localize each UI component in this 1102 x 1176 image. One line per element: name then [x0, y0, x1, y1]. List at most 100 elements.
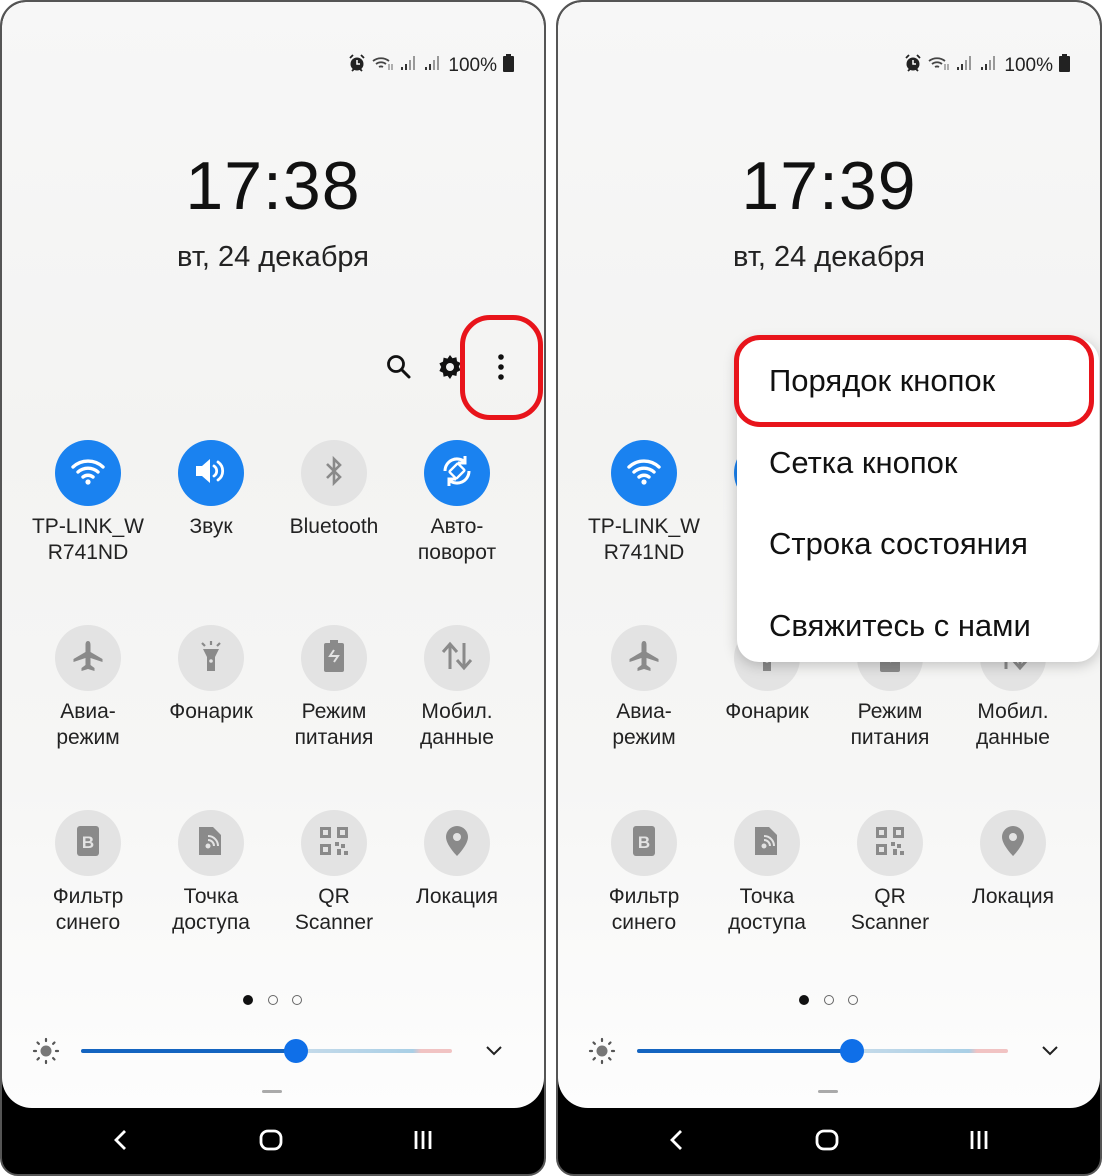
chevron-down-icon[interactable] — [1041, 1043, 1059, 1062]
quick-panel: 100% 17:39 вт, 24 декабря TP-LINK_W R741N… — [558, 2, 1100, 1108]
tile-toggle[interactable] — [424, 810, 490, 876]
home-button[interactable] — [815, 1129, 839, 1156]
signal-icon — [424, 55, 442, 77]
tile-hotspot[interactable]: Точка доступа — [151, 810, 271, 936]
tile-bluetooth[interactable]: Bluetooth — [274, 440, 394, 540]
brightness-track[interactable] — [296, 1049, 452, 1053]
tile-blue-filter[interactable]: B Фильтр синего — [584, 810, 704, 936]
svg-text:B: B — [82, 833, 94, 852]
clock-time: 17:39 — [741, 148, 917, 224]
tile-toggle[interactable] — [178, 810, 244, 876]
tile-flashlight[interactable]: Фонарик — [151, 625, 271, 725]
back-button[interactable] — [668, 1128, 686, 1157]
tile-blue-filter[interactable]: B Фильтр синего — [28, 810, 148, 936]
airplane-icon — [627, 639, 661, 678]
tile-label: Звук — [189, 515, 233, 538]
tile-location[interactable]: Локация — [953, 810, 1073, 910]
tile-auto-rotate[interactable]: Авто- поворот — [397, 440, 517, 566]
tile-wifi[interactable]: TP-LINK_W R741ND — [584, 440, 704, 566]
tile-label: Авто- поворот — [417, 515, 497, 564]
brightness-slider-thumb[interactable] — [840, 1039, 865, 1063]
page-dot[interactable] — [267, 995, 278, 1005]
tile-toggle[interactable] — [424, 625, 490, 691]
navigation-bar — [2, 1110, 544, 1174]
tile-toggle[interactable] — [301, 440, 367, 506]
tile-toggle[interactable] — [55, 625, 121, 691]
back-button[interactable] — [112, 1128, 130, 1157]
highlight-menu-item — [734, 335, 1094, 427]
page-dot[interactable] — [799, 995, 809, 1005]
brightness-track-filled — [637, 1049, 853, 1053]
battery-percent: 100% — [448, 55, 497, 76]
tile-toggle[interactable] — [611, 625, 677, 691]
highlight-more-options — [460, 315, 543, 420]
tile-label: TP-LINK_W R741ND — [31, 515, 144, 564]
drag-handle[interactable] — [262, 1090, 282, 1093]
tile-power-mode[interactable]: Режим питания — [274, 625, 394, 751]
home-button[interactable] — [259, 1129, 283, 1156]
tile-airplane[interactable]: Авиа- режим — [584, 625, 704, 751]
battery-percent: 100% — [1004, 55, 1053, 76]
wifi-icon — [626, 456, 662, 491]
page-dot[interactable] — [848, 995, 858, 1005]
power-mode-icon — [320, 639, 348, 678]
page-dot[interactable] — [823, 995, 834, 1005]
volume-icon — [193, 456, 229, 491]
flashlight-icon — [197, 639, 225, 678]
battery-icon — [503, 54, 514, 78]
brightness-slider-thumb[interactable] — [284, 1039, 309, 1063]
drag-handle[interactable] — [818, 1090, 838, 1093]
tile-qr[interactable]: QR Scanner — [274, 810, 394, 936]
brightness-icon — [32, 1037, 60, 1070]
tile-toggle[interactable] — [178, 625, 244, 691]
svg-text:B: B — [638, 833, 650, 852]
tile-toggle[interactable] — [301, 810, 367, 876]
tile-label: TP-LINK_W R741ND — [587, 515, 700, 564]
phone-screen: 100% 17:38 вт, 24 декабря TP-LINK_W R741N… — [0, 0, 546, 1176]
tile-toggle[interactable]: B — [55, 810, 121, 876]
blue-filter-icon: B — [74, 824, 102, 863]
tile-toggle[interactable] — [301, 625, 367, 691]
tile-airplane[interactable]: Авиа- режим — [28, 625, 148, 751]
tile-label: Авиа- режим — [612, 700, 676, 749]
tile-qr[interactable]: QR Scanner — [830, 810, 950, 936]
page-dot[interactable] — [292, 995, 302, 1005]
clock-date: вт, 24 декабря — [177, 241, 369, 273]
tile-mobile-data[interactable]: Мобил. данные — [397, 625, 517, 751]
tile-location[interactable]: Локация — [397, 810, 517, 910]
tile-toggle[interactable] — [980, 810, 1046, 876]
signal-icon — [980, 55, 998, 77]
auto-rotate-icon — [439, 453, 475, 494]
tile-toggle[interactable] — [424, 440, 490, 506]
recents-button[interactable] — [968, 1129, 990, 1156]
tile-label: Авиа- режим — [56, 700, 120, 749]
menu-item-2[interactable]: Строка состояния — [769, 526, 1028, 562]
page-dot[interactable] — [243, 995, 253, 1005]
hotspot-icon — [752, 824, 782, 863]
tile-toggle[interactable] — [55, 440, 121, 506]
tile-volume[interactable]: Звук — [151, 440, 271, 540]
menu-item-3[interactable]: Свяжитесь с нами — [769, 608, 1031, 644]
search-icon[interactable] — [386, 354, 412, 385]
phone-screen: 100% 17:39 вт, 24 декабря TP-LINK_W R741N… — [556, 0, 1102, 1176]
tile-label: Режим питания — [850, 700, 930, 749]
tile-toggle[interactable] — [178, 440, 244, 506]
recents-button[interactable] — [412, 1129, 434, 1156]
status-bar: 100% — [904, 54, 1070, 78]
quick-panel: 100% 17:38 вт, 24 декабря TP-LINK_W R741N… — [2, 2, 544, 1108]
chevron-down-icon[interactable] — [485, 1043, 503, 1062]
wifi-icon — [70, 456, 106, 491]
alarm-icon — [348, 54, 366, 78]
airplane-icon — [71, 639, 105, 678]
tile-toggle[interactable]: B — [611, 810, 677, 876]
tile-toggle[interactable] — [857, 810, 923, 876]
tile-toggle[interactable] — [734, 810, 800, 876]
tile-toggle[interactable] — [611, 440, 677, 506]
mobile-data-icon — [440, 641, 474, 676]
menu-item-1[interactable]: Сетка кнопок — [769, 445, 957, 481]
tile-hotspot[interactable]: Точка доступа — [707, 810, 827, 936]
brightness-track[interactable] — [852, 1049, 1008, 1053]
tile-wifi[interactable]: TP-LINK_W R741ND — [28, 440, 148, 566]
clock-date: вт, 24 декабря — [733, 241, 925, 273]
brightness-track-filled — [81, 1049, 297, 1053]
